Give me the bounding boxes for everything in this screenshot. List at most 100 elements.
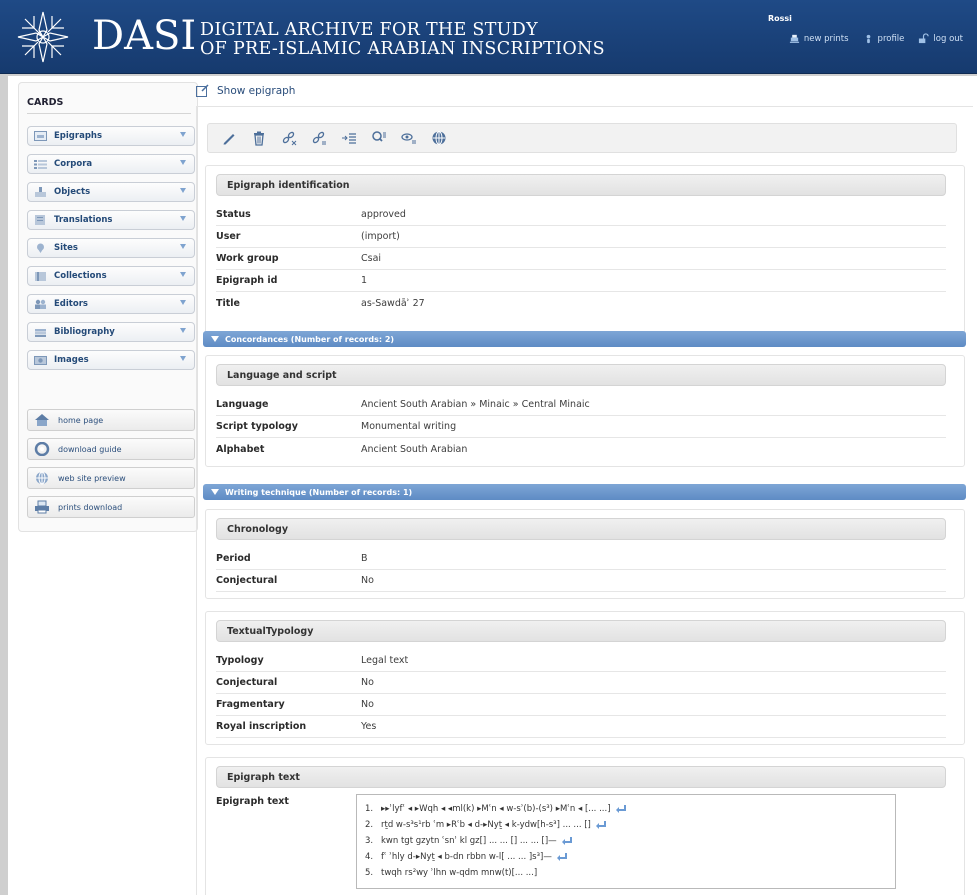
card-label: Editors — [54, 299, 88, 309]
field-value: Ancient South Arabian — [361, 443, 468, 455]
chevron-down-icon[interactable] — [180, 132, 186, 137]
field-conjectural: Conjectural No — [216, 672, 946, 694]
field-royal-inscription: Royal inscription Yes — [216, 716, 946, 738]
image-icon — [34, 356, 47, 365]
card-objects[interactable]: Objects — [27, 182, 195, 202]
text-line: 2. rṯd w-s³s¹rb ʿm ▸Rʿb ◂ d-▸Nyṯ ◂ k-ydw… — [365, 817, 887, 833]
field-value: approved — [361, 209, 406, 220]
line-text: rṯd w-s³s¹rb ʿm ▸Rʿb ◂ d-▸Nyṯ ◂ k-ydw[h-… — [381, 820, 591, 830]
chevron-down-icon[interactable] — [180, 328, 186, 333]
search-list-button[interactable] — [370, 129, 388, 147]
epigraph-text-box[interactable]: 1. ▸▸ʾlyfʿ ◂ ▸Wqh ◂ ◂ml(k) ▸Mʿn ◂ w-sʾ(b… — [356, 794, 896, 889]
chevron-down-icon[interactable] — [180, 300, 186, 305]
card-editors[interactable]: Editors — [27, 294, 195, 314]
line-text: twqh rs²wy ʾlhn w-qdm mnw(t)[... ...] — [381, 868, 538, 878]
view-list-icon — [401, 133, 416, 144]
delete-icon — [254, 131, 264, 146]
chevron-down-icon[interactable] — [180, 272, 186, 277]
object-icon — [35, 187, 46, 197]
toolbar — [207, 123, 957, 153]
line-break-icon — [595, 821, 606, 829]
line-number: 1. — [365, 804, 374, 814]
field-label: Fragmentary — [216, 699, 285, 710]
chevron-down-icon[interactable] — [180, 216, 186, 221]
identification-heading: Epigraph identification — [216, 174, 946, 196]
card-collections[interactable]: Collections — [27, 266, 195, 286]
concordances-toggle[interactable]: Concordances (Number of records: 2) — [203, 331, 966, 347]
epigraph-icon — [34, 131, 47, 141]
card-label: Epigraphs — [54, 131, 103, 141]
site-subtitle: DIGITAL ARCHIVE FOR THE STUDY OF PRE-ISL… — [200, 21, 605, 59]
card-corpora[interactable]: Corpora — [27, 154, 195, 174]
field-fragmentary: Fragmentary No — [216, 694, 946, 716]
field-value: No — [361, 699, 374, 710]
edit-icon — [223, 134, 235, 145]
chevron-down-icon[interactable] — [180, 244, 186, 249]
edit-button[interactable] — [220, 129, 238, 147]
cards-title: CARDS — [27, 97, 64, 108]
field-value: 1 — [361, 275, 368, 286]
view-list-button[interactable] — [400, 129, 418, 147]
page-title: Show epigraph — [196, 84, 295, 97]
language-section: Language and script Language Ancient Sou… — [205, 355, 965, 467]
new-prints-link[interactable]: new prints — [789, 33, 849, 44]
chevron-down-icon[interactable] — [180, 160, 186, 165]
link-list-button[interactable] — [310, 129, 328, 147]
language-heading: Language and script — [216, 364, 946, 386]
card-images[interactable]: Images — [27, 350, 195, 370]
field-value: Csai — [361, 253, 382, 264]
print-icon — [789, 34, 799, 43]
field-label: Conjectural — [216, 575, 278, 586]
logout-link[interactable]: log out — [918, 33, 963, 44]
line-break-icon — [561, 837, 572, 845]
web-site-preview-button[interactable]: web site preview — [27, 467, 195, 489]
globe-button[interactable] — [430, 129, 448, 147]
home-page-button[interactable]: home page — [27, 409, 195, 431]
new-prints-label: new prints — [803, 33, 849, 44]
field-label: Royal inscription — [216, 721, 307, 732]
field-status: Status approved — [216, 204, 946, 226]
field-value: as-Sawdāʾ 27 — [361, 297, 425, 309]
chevron-down-icon[interactable] — [180, 356, 186, 361]
field-value: B — [361, 553, 368, 564]
search-list-icon — [372, 131, 386, 142]
prints-download-button[interactable]: prints download — [27, 496, 195, 518]
download-guide-label: download guide — [58, 444, 122, 454]
edit-document-icon — [196, 84, 209, 97]
profile-link[interactable]: profile — [863, 33, 904, 44]
logo-text: DASI — [92, 13, 197, 59]
typology-heading: TextualTypology — [216, 620, 946, 642]
text-line: 5. twqh rs²wy ʾlhn w-qdm mnw(t)[... ...] — [365, 865, 887, 881]
delete-button[interactable] — [250, 129, 268, 147]
text-line: 1. ▸▸ʾlyfʿ ◂ ▸Wqh ◂ ◂ml(k) ▸Mʿn ◂ w-sʾ(b… — [365, 801, 887, 817]
card-label: Bibliography — [54, 327, 115, 337]
card-label: Collections — [54, 271, 107, 281]
field-label: Status — [216, 209, 251, 220]
triangle-down-icon — [211, 489, 219, 495]
field-label: Period — [216, 553, 251, 564]
download-guide-button[interactable]: download guide — [27, 438, 195, 460]
card-sites[interactable]: Sites — [27, 238, 195, 258]
epigraph-detail: Epigraph identification Status approved … — [196, 106, 973, 895]
unlink-button[interactable] — [280, 129, 298, 147]
logout-label: log out — [933, 33, 963, 44]
card-epigraphs[interactable]: Epigraphs — [27, 126, 195, 146]
card-translations[interactable]: Translations — [27, 210, 195, 230]
field-title: Title as-Sawdāʾ 27 — [216, 292, 946, 314]
translation-icon — [35, 215, 45, 225]
card-bibliography[interactable]: Bibliography — [27, 322, 195, 342]
card-label: Corpora — [54, 159, 93, 169]
home-icon — [35, 414, 49, 426]
list-button[interactable] — [340, 129, 358, 147]
card-label: Images — [54, 355, 89, 365]
dasi-emblem-logo[interactable] — [14, 8, 72, 66]
chevron-down-icon[interactable] — [180, 188, 186, 193]
card-label: Sites — [54, 243, 78, 253]
field-language: Language Ancient South Arabian » Minaic … — [216, 394, 946, 416]
list-icon — [342, 133, 356, 144]
home-page-label: home page — [58, 415, 104, 425]
writing-technique-label: Writing technique (Number of records: 1) — [225, 487, 413, 497]
field-script-typology: Script typology Monumental writing — [216, 416, 946, 438]
line-number: 5. — [365, 868, 374, 878]
writing-technique-toggle[interactable]: Writing technique (Number of records: 1) — [203, 484, 966, 500]
